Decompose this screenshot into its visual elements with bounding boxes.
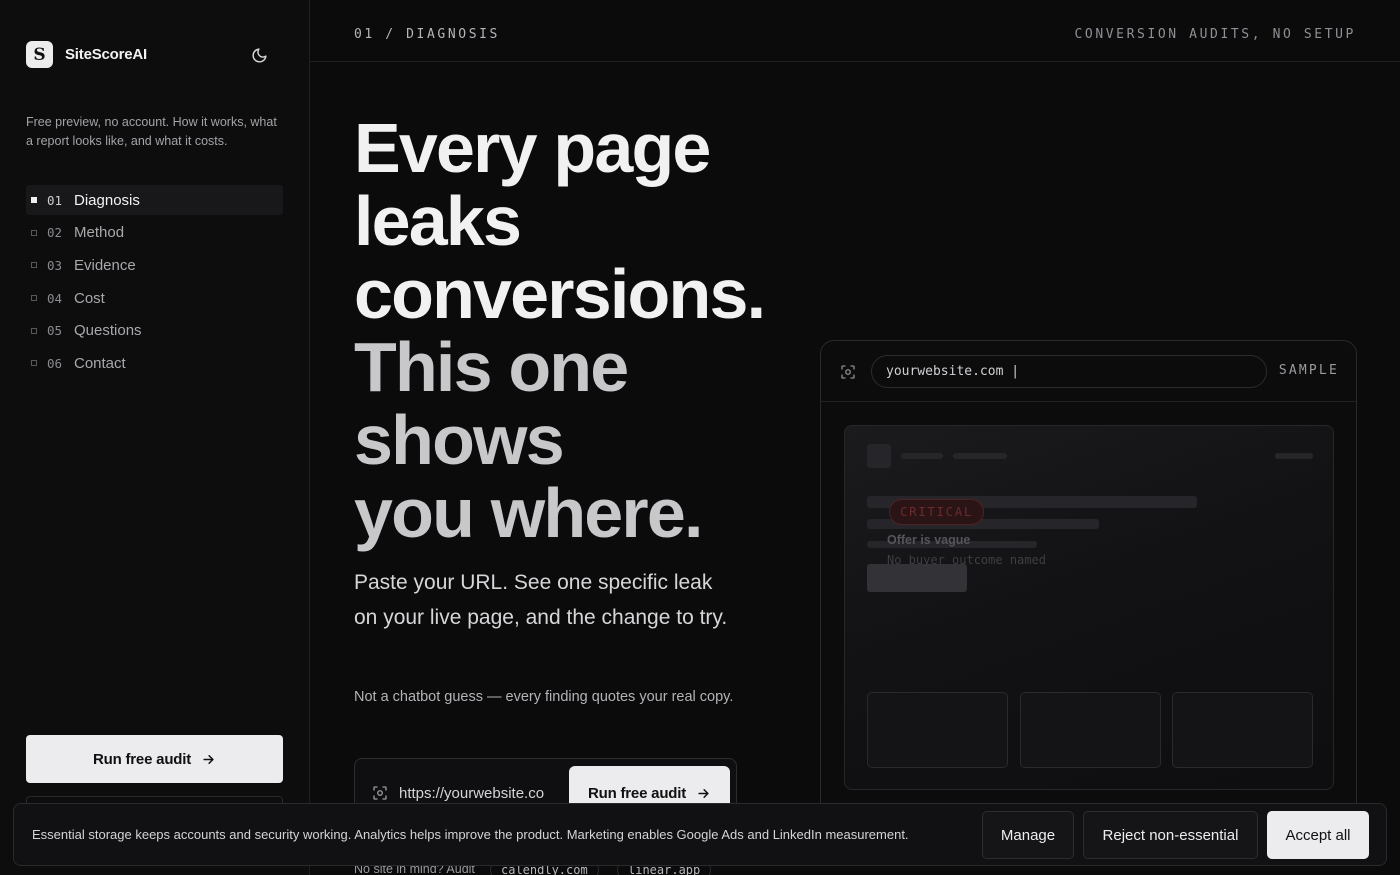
preview-nav-placeholder xyxy=(901,453,943,459)
nav-item-label: Questions xyxy=(74,322,142,340)
nav-item-diagnosis[interactable]: 01 Diagnosis xyxy=(26,185,283,215)
url-input[interactable] xyxy=(399,781,551,805)
headline-line-muted: you where. xyxy=(354,474,703,552)
hero-lead: Paste your URL. See one specific leak on… xyxy=(354,571,728,629)
sample-tag: SAMPLE xyxy=(1278,363,1339,378)
preview-nav-placeholder xyxy=(1275,453,1313,459)
run-free-audit-label: Run free audit xyxy=(587,784,687,802)
scan-icon xyxy=(373,786,387,800)
sidebar-tagline: Free preview, no account. How it works, … xyxy=(26,115,277,148)
top-bar-tagline: CONVERSION AUDITS, NO SETUP xyxy=(1074,27,1356,42)
headline-line: Every page xyxy=(354,109,711,187)
top-bar: 01 / DIAGNOSIS CONVERSION AUDITS, NO SET… xyxy=(310,0,1400,62)
sidebar-run-audit-label: Run free audit xyxy=(92,750,192,768)
nav-bullet-icon xyxy=(31,360,37,367)
breadcrumb: 01 / DIAGNOSIS xyxy=(354,27,500,42)
cookie-banner: Essential storage keeps accounts and sec… xyxy=(13,803,1387,866)
sample-panel-header: yourwebsite.com | SAMPLE xyxy=(821,341,1356,402)
nav-item-method[interactable]: 02 Method xyxy=(26,218,283,248)
arrow-right-icon xyxy=(203,754,214,764)
headline-line: leaks xyxy=(354,182,522,260)
nav-bullet-icon xyxy=(31,197,37,203)
cookie-text: Essential storage keeps accounts and sec… xyxy=(32,827,909,842)
preview-card xyxy=(1172,692,1313,768)
logo-icon: S xyxy=(26,41,53,68)
sidebar: S SiteScoreAI Free preview, no account. … xyxy=(0,0,310,875)
nav-item-label: Method xyxy=(74,224,125,242)
hero-headline: Every page leaks conversions. This one s… xyxy=(354,112,794,550)
nav-bullet-icon xyxy=(31,229,37,236)
headline-line: conversions. xyxy=(354,255,766,333)
page-preview: CRITICAL Offer is vague No buyer outcome… xyxy=(844,425,1334,790)
headline-line-muted: This one xyxy=(354,328,629,406)
nav-item-contact[interactable]: 06 Contact xyxy=(26,348,283,378)
preview-nav-placeholder xyxy=(953,453,1007,459)
nav-bullet-icon xyxy=(31,262,37,269)
cookie-reject-button[interactable]: Reject non-essential xyxy=(1083,811,1258,859)
sample-url-field: yourwebsite.com | xyxy=(871,355,1267,388)
preview-card xyxy=(867,692,1008,768)
sample-report-panel: yourwebsite.com | SAMPLE CRITICAL Offer … xyxy=(820,340,1357,860)
moon-icon[interactable] xyxy=(248,44,270,66)
arrow-right-icon xyxy=(698,788,709,798)
cookie-accept-button[interactable]: Accept all xyxy=(1267,811,1369,859)
sidebar-nav: 01 Diagnosis 02 Method 03 Evidence 04 Co… xyxy=(26,185,283,381)
brand[interactable]: S SiteScoreAI xyxy=(26,41,147,68)
brand-name: SiteScoreAI xyxy=(65,46,147,63)
finding-description: No buyer outcome named xyxy=(887,553,1046,567)
nav-item-number: 02 xyxy=(47,225,63,241)
nav-item-number: 05 xyxy=(47,323,63,339)
headline-line-muted: shows xyxy=(354,401,565,479)
page: S SiteScoreAI Free preview, no account. … xyxy=(0,0,1400,875)
hero-subtext: Not a chatbot guess — every finding quot… xyxy=(354,689,734,705)
severity-badge: CRITICAL xyxy=(889,499,985,525)
nav-item-label: Diagnosis xyxy=(74,191,140,209)
finding-callout: CRITICAL Offer is vague No buyer outcome… xyxy=(879,491,1066,579)
nav-item-label: Evidence xyxy=(74,256,136,274)
cookie-manage-button[interactable]: Manage xyxy=(982,811,1074,859)
nav-item-label: Contact xyxy=(74,354,126,372)
nav-bullet-icon xyxy=(31,295,37,302)
preview-card xyxy=(1020,692,1161,768)
nav-item-evidence[interactable]: 03 Evidence xyxy=(26,250,283,280)
nav-item-questions[interactable]: 05 Questions xyxy=(26,316,283,346)
preview-logo-placeholder xyxy=(867,444,891,468)
nav-bullet-icon xyxy=(31,327,37,334)
nav-item-number: 06 xyxy=(47,355,63,371)
nav-item-cost[interactable]: 04 Cost xyxy=(26,283,283,313)
nav-item-label: Cost xyxy=(74,289,105,307)
nav-item-number: 04 xyxy=(47,290,63,306)
nav-item-number: 03 xyxy=(47,257,63,273)
nav-item-number: 01 xyxy=(47,192,63,208)
scan-icon xyxy=(841,365,855,379)
sidebar-run-audit-button[interactable]: Run free audit xyxy=(26,735,283,783)
finding-title: Offer is vague xyxy=(887,533,971,547)
